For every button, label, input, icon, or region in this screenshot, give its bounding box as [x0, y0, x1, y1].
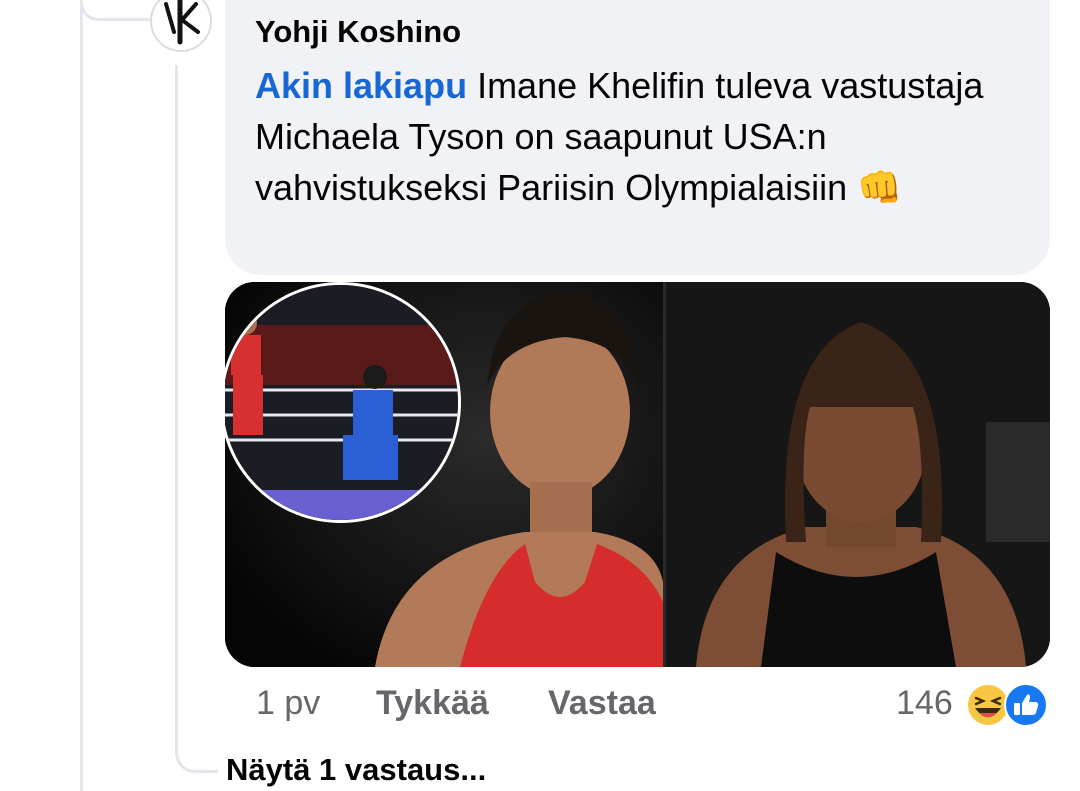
like-button[interactable]: Tykkää [376, 684, 489, 723]
boxing-ring-inset [225, 282, 461, 523]
wig-photo-illustration [666, 282, 1050, 667]
reaction-icons [966, 683, 1048, 727]
comment-bubble: Yohji Koshino Akin lakiapu Imane Khelifi… [225, 0, 1050, 275]
comment-text: Akin lakiapu Imane Khelifin tuleva vastu… [255, 60, 1025, 213]
image-right-panel [666, 282, 1050, 667]
thread-line-hook [80, 0, 153, 21]
comment-image[interactable] [225, 282, 1050, 667]
reply-button[interactable]: Vastaa [548, 684, 656, 723]
avatar-logo-icon [164, 0, 200, 45]
mention-link[interactable]: Akin lakiapu [255, 65, 467, 106]
show-replies-link[interactable]: Näytä 1 vastaus... [226, 752, 486, 788]
thread-line-inner [175, 65, 178, 755]
laugh-reaction-icon [966, 683, 1010, 727]
fist-emoji: 👊 [857, 167, 903, 208]
image-left-panel [225, 282, 663, 667]
boxing-ring-illustration [225, 285, 458, 520]
thread-line-outer [80, 0, 83, 791]
avatar[interactable] [150, 0, 212, 52]
thread-line-reply-hook [175, 730, 218, 773]
comment-time[interactable]: 1 pv [256, 684, 320, 723]
like-reaction-icon [1004, 683, 1048, 727]
reaction-count: 146 [896, 684, 953, 722]
comment-author[interactable]: Yohji Koshino [255, 14, 461, 50]
